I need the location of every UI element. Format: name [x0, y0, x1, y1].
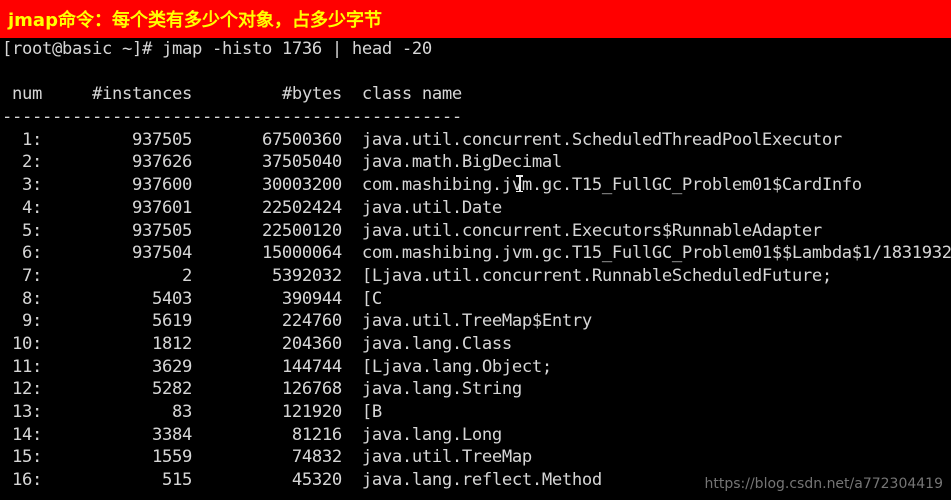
terminal-window[interactable]: [root@basic ~]# jmap -histo 1736 | head …	[0, 38, 951, 500]
article-title-banner: jmap命令：每个类有多少个对象，占多少字节	[0, 0, 951, 38]
terminal-row: 11: 3629 144744 [Ljava.lang.Object;	[2, 356, 552, 377]
screenshot-root: jmap命令：每个类有多少个对象，占多少字节 [root@basic ~]# j…	[0, 0, 951, 500]
terminal-row: 5: 937505 22500120 java.util.concurrent.…	[2, 220, 822, 241]
terminal-column-header: num #instances #bytes class name	[2, 84, 462, 105]
terminal-command-line: [root@basic ~]# jmap -histo 1736 | head …	[2, 39, 432, 59]
terminal-row: 6: 937504 15000064 com.mashibing.jvm.gc.…	[2, 243, 951, 264]
terminal-row: 3: 937600 30003200 com.mashibing.jvm.gc.…	[2, 175, 862, 196]
terminal-row: 7: 2 5392032 [Ljava.util.concurrent.Runn…	[2, 265, 832, 286]
watermark-url: https://blog.csdn.net/a772304419	[704, 476, 944, 492]
terminal-row: 13: 83 121920 [B	[2, 402, 382, 422]
terminal-row: 10: 1812 204360 java.lang.Class	[2, 333, 512, 354]
terminal-row: 1: 937505 67500360 java.util.concurrent.…	[2, 129, 842, 150]
terminal-row: 14: 3384 81216 java.lang.Long	[2, 424, 502, 445]
terminal-row: 2: 937626 37505040 java.math.BigDecimal	[2, 152, 562, 173]
banner-title-text: jmap命令：每个类有多少个对象，占多少字节	[8, 10, 382, 31]
terminal-row: 8: 5403 390944 [C	[2, 288, 382, 309]
terminal-row: 12: 5282 126768 java.lang.String	[2, 379, 522, 400]
terminal-row: 9: 5619 224760 java.util.TreeMap$Entry	[2, 311, 592, 332]
terminal-row: 4: 937601 22502424 java.util.Date	[2, 197, 502, 218]
terminal-output: [root@basic ~]# jmap -histo 1736 | head …	[0, 38, 951, 492]
terminal-separator: ----------------------------------------…	[2, 107, 462, 128]
terminal-row: 15: 1559 74832 java.util.TreeMap	[2, 447, 532, 468]
